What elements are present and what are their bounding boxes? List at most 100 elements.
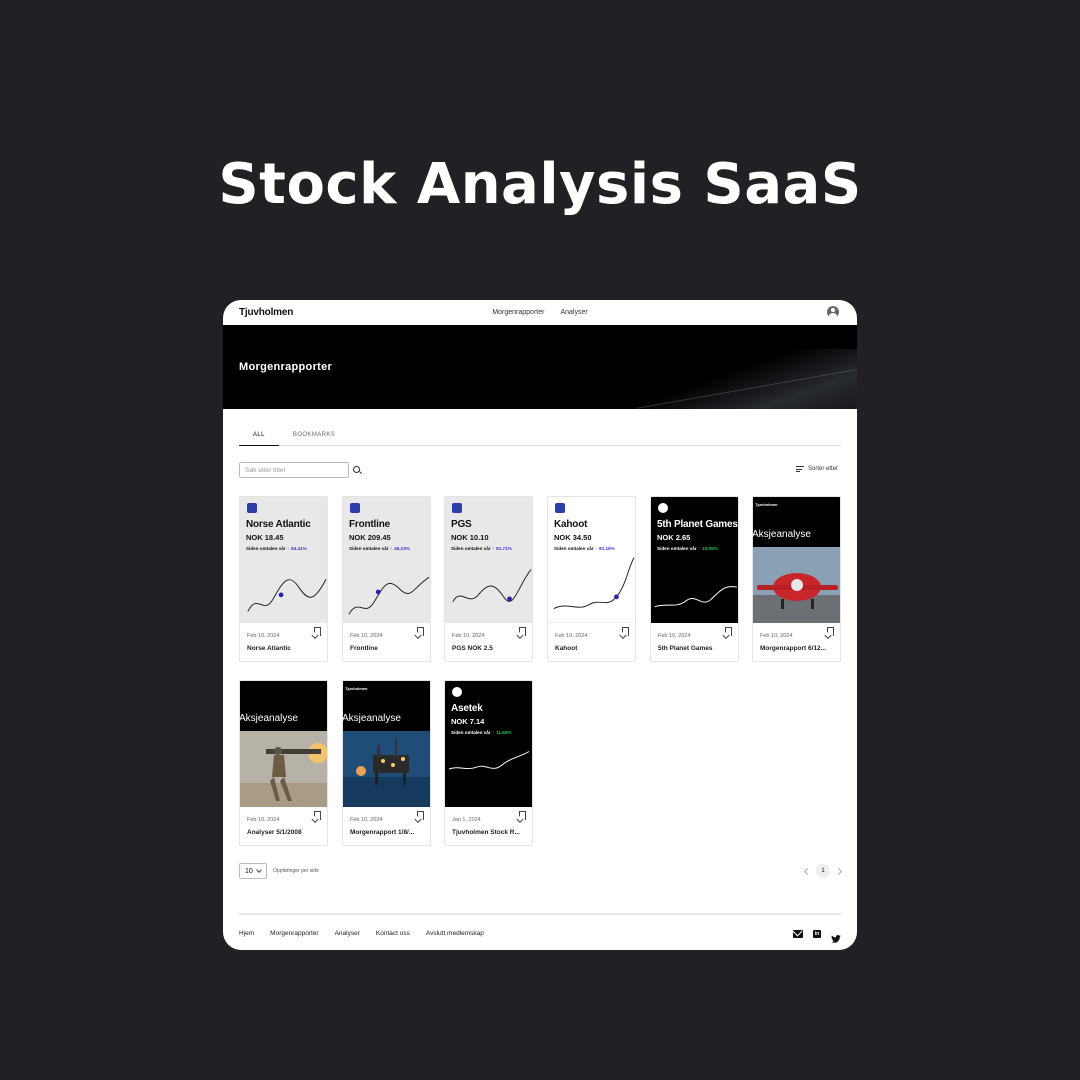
chevron-right-icon[interactable] xyxy=(834,867,843,875)
stock-sparkline xyxy=(348,576,430,615)
since-label: Siden omtalen vår xyxy=(349,546,389,551)
stock-price: NOK 34.50 xyxy=(554,533,592,542)
since-mention: Siden omtalen vår ↑ 11.60% xyxy=(451,730,511,735)
bookmark-icon[interactable] xyxy=(519,811,526,820)
report-card[interactable]: PGS NOK 10.10 Siden omtalen vår ↑ 81.71% Feb… xyxy=(444,496,533,662)
report-title: Aksjeanalyse xyxy=(240,713,298,724)
stock-price: NOK 18.45 xyxy=(246,533,284,542)
nav-link-morgenrapporter[interactable]: Morgenrapporter xyxy=(492,309,544,316)
stock-sparkline xyxy=(654,586,738,608)
report-card[interactable]: Aksjeanalyse Feb 10, 2024 Analyser 5/1/200… xyxy=(239,680,328,846)
stock-percent: 81.16% xyxy=(599,546,615,551)
nav-link-analyser[interactable]: Analyser xyxy=(560,309,587,316)
hero-banner: Morgenrapporter xyxy=(223,325,857,409)
sparkline-marker xyxy=(507,596,512,602)
card-thumbnail: Aksjeanalyse xyxy=(240,681,327,807)
stock-name: Kahoot xyxy=(554,519,588,530)
footer-link-avslutt[interactable]: Avslutt medlemskap xyxy=(426,930,484,937)
since-mention: Siden omtalen vår ↑ 81.71% xyxy=(451,546,512,551)
footer-link-kontakt[interactable]: Kontact oss xyxy=(376,930,410,937)
stock-percent: 84.41% xyxy=(291,546,307,551)
rows-per-page-label: Oppføringer per side xyxy=(273,868,319,874)
footer-link-hjem[interactable]: Hjem xyxy=(239,930,254,937)
arrow-up-icon: ↑ xyxy=(594,546,598,551)
bookmark-icon[interactable] xyxy=(314,627,321,636)
rows-per-page-value: 10 xyxy=(245,867,253,875)
profile-icon[interactable] xyxy=(827,306,839,318)
card-date: Feb 10, 2024 xyxy=(760,633,793,639)
report-card[interactable]: Frontline NOK 209.45 Siden omtalen vår ↑ 46… xyxy=(342,496,431,662)
since-mention: Siden omtalen vår ↑ 23.05% xyxy=(657,546,718,551)
bookmark-icon[interactable] xyxy=(827,627,834,636)
since-label: Siden omtalen vår xyxy=(451,730,491,735)
rows-per-page-select[interactable]: 10 xyxy=(239,863,267,879)
linkedin-icon[interactable]: in xyxy=(813,930,821,938)
report-card[interactable]: Tjuvholmen Aksjeanalyse Feb 10, 2024 Morgen… xyxy=(342,680,431,846)
page-number[interactable]: 1 xyxy=(816,864,830,878)
since-label: Siden omtalen vår xyxy=(246,546,286,551)
company-logo-icon xyxy=(350,503,360,513)
report-brand: Tjuvholmen xyxy=(755,502,778,507)
stock-percent: 81.71% xyxy=(496,546,512,551)
card-title: Norse Atlantic xyxy=(247,645,291,652)
since-label: Siden omtalen vår xyxy=(451,546,491,551)
report-card[interactable]: 5th Planet Games NOK 2.65 Siden omtalen vå… xyxy=(650,496,739,662)
report-card[interactable]: Tjuvholmen Aksjeanalyse Feb 10, 2024 Morgen… xyxy=(752,496,841,662)
search-input[interactable]: Søk etter tittel xyxy=(239,462,349,478)
company-logo-icon xyxy=(658,503,668,513)
company-logo-icon xyxy=(555,503,565,513)
tab-bookmarks[interactable]: BOOKMARKS xyxy=(279,430,349,446)
card-thumbnail: Kahoot NOK 34.50 Siden omtalen vår ↑ 81.16% xyxy=(548,497,635,623)
report-card[interactable]: Asetek NOK 7.14 Siden omtalen vår ↑ 11.60% J… xyxy=(444,680,533,846)
bookmark-icon[interactable] xyxy=(417,627,424,636)
report-header: Tjuvholmen Aksjeanalyse xyxy=(753,497,840,547)
stock-sparkline xyxy=(448,751,530,770)
stock-percent: 46.23% xyxy=(394,546,410,551)
bookmark-icon[interactable] xyxy=(725,627,732,636)
sort-icon xyxy=(795,466,804,472)
card-thumbnail: Norse Atlantic NOK 18.45 Siden omtalen vår… xyxy=(240,497,327,623)
card-title: 5th Planet Games xyxy=(658,645,713,652)
page-title: Morgenrapporter xyxy=(239,361,333,373)
report-title: Aksjeanalyse xyxy=(343,713,401,724)
sort-button[interactable]: Sorter etter xyxy=(795,466,838,472)
bookmark-icon[interactable] xyxy=(519,627,526,636)
search-icon[interactable] xyxy=(353,466,360,473)
brand-logo[interactable]: Tjuvholmen xyxy=(239,307,293,318)
stock-price: NOK 10.10 xyxy=(451,533,489,542)
tab-bar: ALL BOOKMARKS xyxy=(239,430,841,446)
promo-title: Stock Analysis SaaS xyxy=(218,152,862,217)
footer-links: Hjem Morgenrapporter Analyser Kontact os… xyxy=(239,930,484,937)
footer: Hjem Morgenrapporter Analyser Kontact os… xyxy=(239,913,841,950)
card-title: Tjuvholmen Stock R... xyxy=(452,829,520,836)
stock-price: NOK 2.65 xyxy=(657,533,691,542)
footer-link-morgenrapporter[interactable]: Morgenrapporter xyxy=(270,930,318,937)
arrow-up-icon: ↑ xyxy=(491,546,495,551)
arrow-up-icon: ↑ xyxy=(491,730,495,735)
report-card[interactable]: Norse Atlantic NOK 18.45 Siden omtalen vår… xyxy=(239,496,328,662)
arrow-up-icon: ↑ xyxy=(697,546,701,551)
card-title: Morgenrapport 1/8/... xyxy=(350,829,415,836)
mail-icon[interactable] xyxy=(793,930,803,938)
card-thumbnail: PGS NOK 10.10 Siden omtalen vår ↑ 81.71% xyxy=(445,497,532,623)
report-brand: Tjuvholmen xyxy=(345,686,368,691)
bookmark-icon[interactable] xyxy=(314,811,321,820)
sort-label: Sorter etter xyxy=(807,466,838,472)
report-card[interactable]: Kahoot NOK 34.50 Siden omtalen vår ↑ 81.16%… xyxy=(547,496,636,662)
stock-price: NOK 7.14 xyxy=(451,717,485,726)
company-logo-icon xyxy=(452,687,462,697)
bookmark-icon[interactable] xyxy=(622,627,629,636)
chevron-left-icon[interactable] xyxy=(803,867,812,875)
twitter-icon[interactable] xyxy=(831,930,841,943)
sparkline-marker xyxy=(375,589,381,595)
stock-sparkline xyxy=(553,557,635,610)
arrow-up-icon: ↑ xyxy=(389,546,393,551)
card-thumbnail: Frontline NOK 209.45 Siden omtalen vår ↑ 46… xyxy=(343,497,430,623)
tab-all[interactable]: ALL xyxy=(239,430,279,446)
report-photo xyxy=(240,731,327,807)
footer-link-analyser[interactable]: Analyser xyxy=(335,930,360,937)
card-date: Feb 10, 2024 xyxy=(452,633,485,639)
bookmark-icon[interactable] xyxy=(417,811,424,820)
app-window: Tjuvholmen Morgenrapporter Analyser Morg… xyxy=(223,300,857,950)
stock-name: Frontline xyxy=(349,519,390,530)
